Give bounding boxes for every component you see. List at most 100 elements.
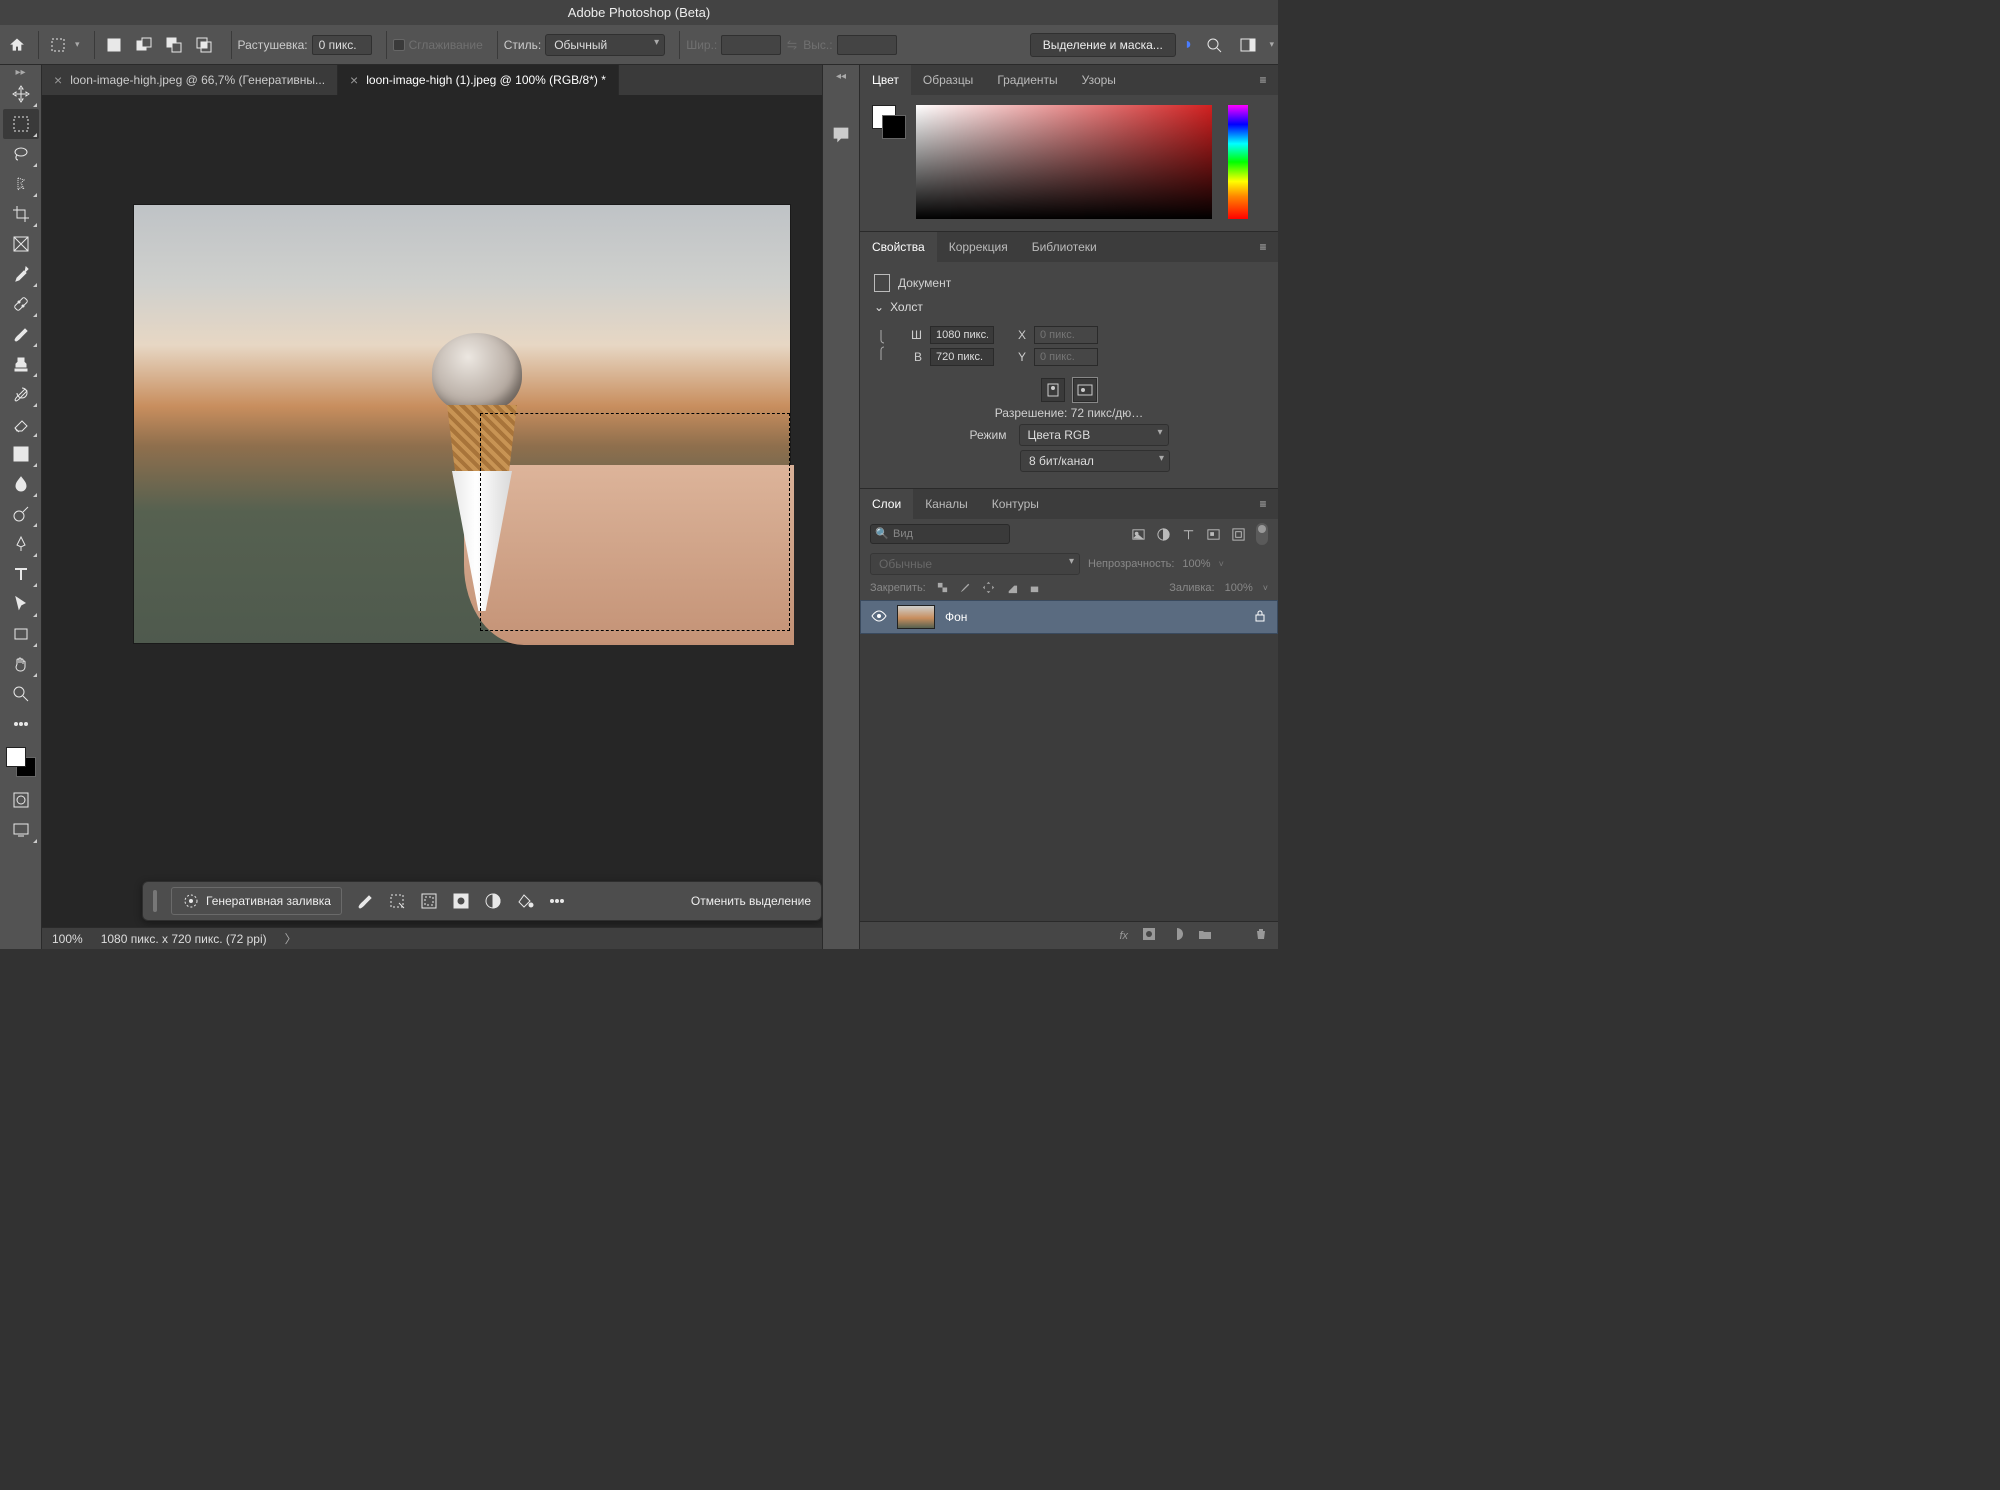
document-dimensions[interactable]: 1080 пикс. x 720 пикс. (72 ppi) xyxy=(101,932,267,946)
subtract-selection-icon[interactable] xyxy=(161,32,187,58)
crop-tool[interactable] xyxy=(3,199,39,229)
canvas-section-toggle[interactable]: ⌄Холст xyxy=(874,300,1264,314)
pen-tool[interactable] xyxy=(3,529,39,559)
adjustment-icon[interactable] xyxy=(484,892,502,910)
color-mode-select[interactable]: Цвета RGB xyxy=(1019,424,1169,446)
lock-brush-icon[interactable] xyxy=(959,581,972,594)
tab-swatches[interactable]: Образцы xyxy=(911,65,985,95)
adjustment-layer-icon[interactable] xyxy=(1170,927,1184,944)
eyedropper-tool[interactable] xyxy=(3,259,39,289)
quick-mask-icon[interactable] xyxy=(3,785,39,815)
close-tab-icon[interactable]: × xyxy=(350,72,358,88)
collapse-dock-icon[interactable]: ◂◂ xyxy=(836,71,846,82)
fill-icon[interactable] xyxy=(516,892,534,910)
tab-libraries[interactable]: Библиотеки xyxy=(1020,232,1109,262)
contextual-task-bar[interactable]: Генеративная заливка Отменить выделение xyxy=(142,881,822,921)
blur-tool[interactable] xyxy=(3,469,39,499)
quick-select-tool[interactable] xyxy=(3,169,39,199)
mask-icon[interactable] xyxy=(452,892,470,910)
marquee-tool[interactable] xyxy=(3,109,39,139)
invert-selection-icon[interactable] xyxy=(420,892,438,910)
feather-input[interactable] xyxy=(312,35,372,55)
style-select[interactable]: Обычный xyxy=(545,34,665,56)
color-swatch-mini[interactable] xyxy=(872,105,906,139)
hue-slider[interactable] xyxy=(1228,105,1248,219)
type-tool[interactable] xyxy=(3,559,39,589)
search-icon[interactable] xyxy=(1201,32,1227,58)
panel-menu-icon[interactable]: ≡ xyxy=(1248,489,1278,519)
color-picker[interactable] xyxy=(860,95,1278,231)
shape-tool[interactable] xyxy=(3,619,39,649)
stamp-tool[interactable] xyxy=(3,349,39,379)
chevron-down-icon[interactable]: ▾ xyxy=(75,39,80,50)
lock-icon[interactable] xyxy=(1253,609,1267,626)
edit-toolbar-icon[interactable] xyxy=(3,709,39,739)
foreground-color[interactable] xyxy=(6,747,26,767)
marquee-preset-icon[interactable] xyxy=(45,32,71,58)
canvas-width-input[interactable] xyxy=(930,326,994,344)
intersect-selection-icon[interactable] xyxy=(191,32,217,58)
saturation-field[interactable] xyxy=(916,105,1212,219)
tab-properties[interactable]: Свойства xyxy=(860,232,937,262)
canvas[interactable]: Генеративная заливка Отменить выделение xyxy=(42,95,822,949)
filter-shape-icon[interactable] xyxy=(1206,527,1221,542)
lock-pixels-icon[interactable] xyxy=(936,581,949,594)
more-icon[interactable] xyxy=(548,892,566,910)
group-icon[interactable] xyxy=(1198,927,1212,944)
workspace-switcher-icon[interactable] xyxy=(1235,32,1261,58)
tab-channels[interactable]: Каналы xyxy=(913,489,980,519)
frame-tool[interactable] xyxy=(3,229,39,259)
deselect-button[interactable]: Отменить выделение xyxy=(691,894,811,908)
document-tab[interactable]: × loon-image-high (1).jpeg @ 100% (RGB/8… xyxy=(338,65,619,95)
dodge-tool[interactable] xyxy=(3,499,39,529)
lock-position-icon[interactable] xyxy=(982,581,995,594)
visibility-toggle-icon[interactable] xyxy=(871,608,887,627)
panel-menu-icon[interactable]: ≡ xyxy=(1248,65,1278,95)
lock-nest-icon[interactable] xyxy=(1005,581,1018,594)
landscape-orientation-button[interactable] xyxy=(1073,378,1097,402)
bit-depth-select[interactable]: 8 бит/канал xyxy=(1020,450,1170,472)
tab-paths[interactable]: Контуры xyxy=(980,489,1051,519)
portrait-orientation-button[interactable] xyxy=(1041,378,1065,402)
filter-type-icon[interactable] xyxy=(1181,527,1196,542)
history-brush-tool[interactable] xyxy=(3,379,39,409)
panel-menu-icon[interactable]: ≡ xyxy=(1248,232,1278,262)
marquee-selection[interactable] xyxy=(480,413,790,631)
hand-tool[interactable] xyxy=(3,649,39,679)
modify-selection-icon[interactable] xyxy=(388,892,406,910)
filter-smart-icon[interactable] xyxy=(1231,527,1246,542)
color-swatches[interactable] xyxy=(6,747,36,777)
healing-tool[interactable] xyxy=(3,289,39,319)
add-selection-icon[interactable] xyxy=(131,32,157,58)
delete-layer-icon[interactable] xyxy=(1254,927,1268,944)
eraser-tool[interactable] xyxy=(3,409,39,439)
filter-toggle[interactable] xyxy=(1256,523,1268,545)
path-select-tool[interactable] xyxy=(3,589,39,619)
select-and-mask-button[interactable]: Выделение и маска... xyxy=(1030,33,1176,57)
canvas-height-input[interactable] xyxy=(930,348,994,366)
drag-handle-icon[interactable] xyxy=(153,890,157,912)
chevron-right-icon[interactable]: 〉 xyxy=(285,930,297,947)
lasso-tool[interactable] xyxy=(3,139,39,169)
comments-panel-icon[interactable] xyxy=(830,124,852,146)
layer-filter-kind[interactable]: 🔍 xyxy=(870,524,1010,544)
home-button[interactable] xyxy=(4,32,30,58)
lock-all-icon[interactable] xyxy=(1028,581,1041,594)
brush-tool[interactable] xyxy=(3,319,39,349)
tab-color[interactable]: Цвет xyxy=(860,65,911,95)
tab-gradients[interactable]: Градиенты xyxy=(985,65,1069,95)
fx-icon[interactable]: fx xyxy=(1119,930,1128,942)
filter-adjust-icon[interactable] xyxy=(1156,527,1171,542)
zoom-level[interactable]: 100% xyxy=(52,932,83,946)
gradient-tool[interactable] xyxy=(3,439,39,469)
tab-adjustments[interactable]: Коррекция xyxy=(937,232,1020,262)
chevron-down-icon[interactable]: ▾ xyxy=(1269,39,1274,50)
generative-fill-button[interactable]: Генеративная заливка xyxy=(171,887,342,915)
layer-thumbnail[interactable] xyxy=(897,605,935,629)
brush-selection-icon[interactable] xyxy=(356,892,374,910)
zoom-tool[interactable] xyxy=(3,679,39,709)
tab-layers[interactable]: Слои xyxy=(860,489,913,519)
move-tool[interactable] xyxy=(3,79,39,109)
filter-pixel-icon[interactable] xyxy=(1131,527,1146,542)
screen-mode-icon[interactable] xyxy=(3,815,39,845)
